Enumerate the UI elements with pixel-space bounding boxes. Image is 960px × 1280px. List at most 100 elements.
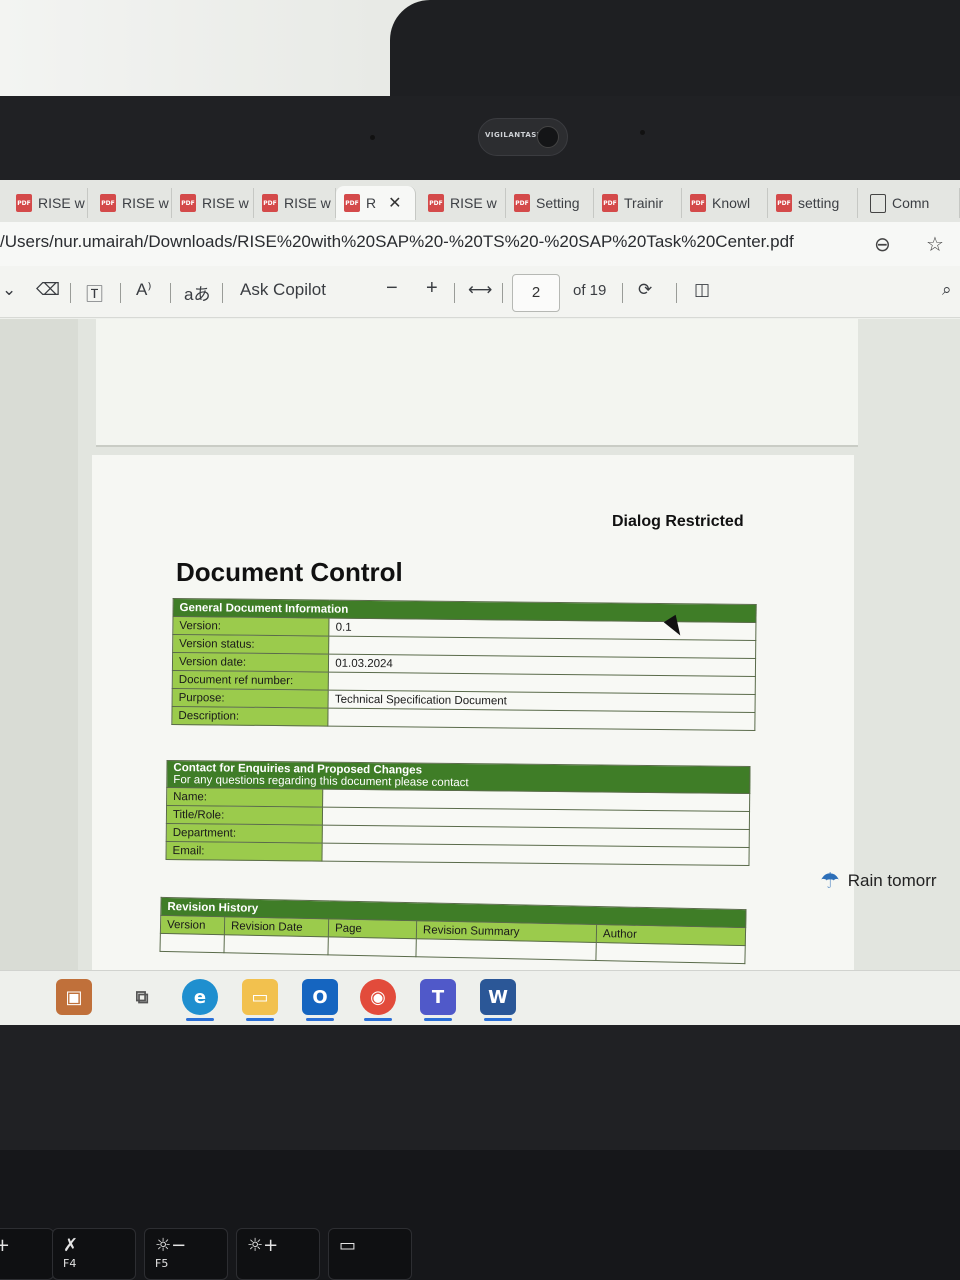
classification-label: Dialog Restricted [612, 513, 744, 530]
umbrella-rain-icon: ☂ [820, 868, 840, 893]
key-f4-label: F4 [63, 1257, 77, 1270]
background-chair [390, 0, 960, 108]
page-view-icon[interactable]: ◫ [694, 280, 710, 300]
browser-tab[interactable]: PDF RISE w [254, 188, 336, 218]
url-field[interactable]: /Users/nur.umairah/Downloads/RISE%20with… [0, 232, 794, 252]
browser-tab-active[interactable]: PDF R ✕ [336, 186, 416, 220]
page-total-label: of 19 [573, 282, 607, 299]
tab-label: Knowl [712, 195, 751, 211]
key-f4: ✗ F4 [52, 1228, 136, 1280]
key-f7: ▭ [328, 1228, 412, 1280]
zoom-in-button[interactable]: + [426, 277, 438, 300]
teams-icon[interactable]: T [420, 979, 456, 1021]
search-icon[interactable]: ⌕ [942, 280, 952, 300]
revision-history-table: Revision History Version Revision Date P… [159, 897, 747, 964]
toolbar-divider [170, 283, 171, 303]
windows-taskbar: ▣ ⧉ e ▭ O ◉ T W [0, 970, 960, 1025]
word-icon[interactable]: W [480, 979, 516, 1021]
column-header: Page [328, 918, 417, 939]
pdf-icon: PDF [16, 194, 32, 212]
browser-tab[interactable]: PDF RISE w [92, 188, 172, 218]
brightness-up-icon: ☼+ [247, 1235, 279, 1256]
field-label: Document ref number: [172, 670, 329, 691]
key-f5: ☼− F5 [144, 1228, 228, 1280]
rotate-icon[interactable]: ⟳ [638, 280, 652, 300]
read-aloud-icon[interactable]: A⁾ [136, 280, 152, 300]
tab-label: RISE w [38, 195, 85, 211]
webcam-lens-icon [537, 126, 559, 148]
field-label: Name: [166, 787, 324, 808]
field-value [328, 708, 756, 731]
pdf-page-previous [96, 319, 858, 447]
task-view-icon[interactable]: ⧉ [124, 979, 160, 1015]
key-f6: ☼+ [236, 1228, 320, 1280]
toolbar-divider [120, 283, 121, 303]
eraser-icon[interactable]: ⌫ [36, 280, 60, 300]
chevron-down-icon[interactable]: ⌄ [2, 280, 16, 300]
pdf-icon: PDF [776, 194, 792, 212]
field-value [322, 843, 750, 866]
briefcase-icon[interactable]: ▣ [56, 979, 92, 1015]
field-label: Purpose: [172, 688, 329, 709]
chrome-icon[interactable]: ◉ [360, 979, 396, 1021]
pdf-icon: PDF [428, 194, 444, 212]
browser-tab[interactable]: PDF Setting [506, 188, 594, 218]
table-cell [415, 938, 597, 961]
field-label: Version: [172, 616, 330, 637]
edge-browser-icon[interactable]: e [182, 979, 218, 1021]
tab-label: RISE w [202, 195, 249, 211]
webcam-cover: VIGILANTASIA [478, 118, 568, 156]
browser-tab-bar: PDF RISE w PDF RISE w PDF RISE w PDF RIS… [0, 180, 960, 222]
browser-tab[interactable]: PDF RISE w [420, 188, 506, 218]
browser-tab[interactable]: Comn [862, 188, 960, 218]
field-label: Title/Role: [166, 805, 323, 826]
toolbar-divider [222, 283, 223, 303]
tab-label: Setting [536, 195, 580, 211]
browser-tab[interactable]: PDF setting [768, 188, 858, 218]
ask-copilot-button[interactable]: Ask Copilot [240, 280, 326, 300]
toolbar-divider [676, 283, 677, 303]
tab-label: setting [798, 195, 840, 211]
zoom-icon[interactable]: ⊖ [874, 232, 891, 257]
table-cell [327, 936, 417, 957]
pdf-icon: PDF [262, 194, 278, 212]
text-box-icon[interactable]: 🅃 [86, 280, 103, 305]
outlook-icon[interactable]: O [302, 979, 338, 1021]
pdf-viewport: Dialog Restricted Document Control Gener… [0, 319, 960, 1025]
column-header: Revision Date [224, 916, 329, 937]
column-header: Version [160, 915, 225, 935]
toolbar-divider [622, 283, 623, 303]
pdf-page: Dialog Restricted Document Control Gener… [92, 455, 854, 1025]
favorite-star-icon[interactable]: ☆ [926, 232, 944, 257]
table-cell [595, 942, 746, 964]
tab-label: RISE w [122, 195, 169, 211]
browser-tab[interactable]: PDF Trainir [594, 188, 682, 218]
page-number-input[interactable]: 2 [512, 274, 560, 312]
pdf-toolbar: ⌄ ⌫ 🅃 A⁾ aあ Ask Copilot − + ⟷ 2 of 19 ⟳ … [0, 266, 960, 318]
mic-mute-icon: ✗ [63, 1235, 79, 1256]
toolbar-divider [454, 283, 455, 303]
table-cell [159, 933, 225, 953]
field-label: Version status: [172, 634, 330, 655]
file-explorer-icon[interactable]: ▭ [242, 979, 278, 1021]
browser-tab[interactable]: PDF Knowl [682, 188, 768, 218]
document-title: Document Control [176, 557, 403, 587]
browser-tab[interactable]: PDF RISE w [8, 188, 88, 218]
key-f3: ◁+ [0, 1228, 54, 1280]
pdf-icon: PDF [344, 194, 360, 212]
field-label: Email: [165, 841, 323, 862]
pdf-icon: PDF [602, 194, 618, 212]
toolbar-divider [70, 283, 71, 303]
tab-label: RISE w [284, 195, 331, 211]
weather-widget[interactable]: ☂ Rain tomorr [820, 868, 937, 894]
close-tab-icon[interactable]: ✕ [388, 193, 401, 213]
bezel-sensor [370, 135, 375, 140]
pdf-icon: PDF [690, 194, 706, 212]
brightness-down-icon: ☼− [155, 1235, 187, 1256]
laptop-screen: PDF RISE w PDF RISE w PDF RISE w PDF RIS… [0, 180, 960, 1025]
tab-label: Trainir [624, 195, 664, 211]
zoom-out-button[interactable]: − [386, 277, 398, 300]
browser-tab[interactable]: PDF RISE w [172, 188, 254, 218]
fit-width-icon[interactable]: ⟷ [468, 280, 492, 300]
translate-icon[interactable]: aあ [184, 280, 210, 305]
